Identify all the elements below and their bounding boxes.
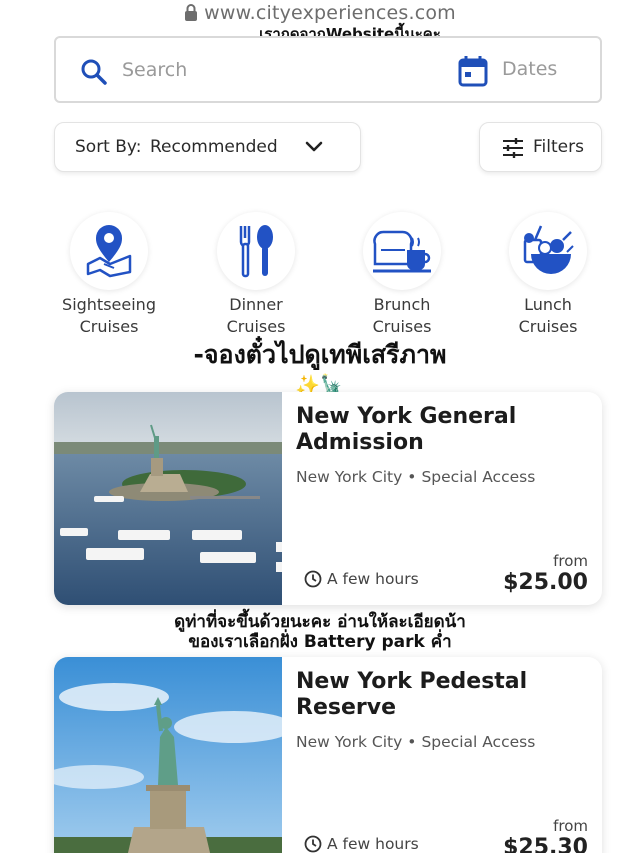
category-label: Sightseeing Cruises	[62, 295, 156, 336]
sort-value: Recommended	[150, 137, 278, 157]
search-icon	[81, 59, 107, 85]
dates-field[interactable]: Dates	[502, 58, 557, 80]
category-label: Lunch Cruises	[518, 295, 578, 336]
overlay-note-cards: ดูท่าที่จะขึ้นด้วยนะคะ อ่านให้ละเอียดน้า…	[174, 612, 466, 653]
listing-card[interactable]: New York Pedestal Reserve New York City •…	[54, 657, 602, 853]
toast-coffee-icon	[373, 230, 431, 273]
fork-spoon-icon	[239, 225, 273, 278]
filters-button[interactable]: Filters	[479, 122, 602, 172]
listing-price: $25.00	[503, 570, 588, 595]
overlay-note-middle: -จองตั๋วไปดูเทพีเสรีภาพ	[193, 340, 447, 369]
search-input[interactable]	[122, 38, 362, 101]
listing-title[interactable]: New York Pedestal Reserve	[296, 669, 596, 721]
map-pin-icon	[86, 225, 132, 278]
listing-card[interactable]: New York General Admission New York City…	[54, 392, 602, 605]
chevron-down-icon	[305, 141, 323, 152]
category-label: Brunch Cruises	[372, 295, 432, 336]
statue-of-liberty-island-photo	[54, 392, 282, 605]
sort-dropdown[interactable]: Sort By: Recommended	[54, 122, 361, 172]
listing-meta: New York City • Special Access	[296, 733, 536, 751]
calendar-icon[interactable]	[458, 55, 488, 87]
listing-meta: New York City • Special Access	[296, 468, 536, 486]
category-brunch[interactable]: Brunch Cruises	[342, 212, 462, 338]
listing-duration: A few hours	[304, 570, 419, 588]
price-from-label: from	[553, 552, 588, 570]
listing-tag: Special Access	[421, 468, 536, 486]
price-from-label: from	[553, 817, 588, 835]
listing-tag: Special Access	[421, 733, 536, 751]
filters-label: Filters	[533, 137, 584, 157]
url-text: www.cityexperiences.com	[204, 2, 456, 24]
category-sightseeing[interactable]: Sightseeing Cruises	[49, 212, 169, 338]
statue-of-liberty-photo	[54, 657, 282, 853]
address-bar[interactable]: www.cityexperiences.com	[0, 2, 640, 24]
listing-location: New York City	[296, 468, 403, 486]
category-lunch[interactable]: Lunch Cruises	[488, 212, 608, 338]
category-label: Dinner Cruises	[226, 295, 286, 336]
sort-label: Sort By:	[75, 137, 142, 157]
listing-title[interactable]: New York General Admission	[296, 404, 596, 456]
clock-icon	[304, 835, 322, 853]
clock-icon	[304, 570, 322, 588]
sliders-icon	[503, 138, 523, 158]
lock-icon	[185, 4, 198, 21]
listing-location: New York City	[296, 733, 403, 751]
listing-price: $25.30	[503, 835, 588, 853]
salad-drink-icon	[523, 225, 574, 274]
search-bar: Dates	[54, 36, 602, 103]
listing-duration: A few hours	[304, 835, 419, 853]
category-dinner[interactable]: Dinner Cruises	[196, 212, 316, 338]
